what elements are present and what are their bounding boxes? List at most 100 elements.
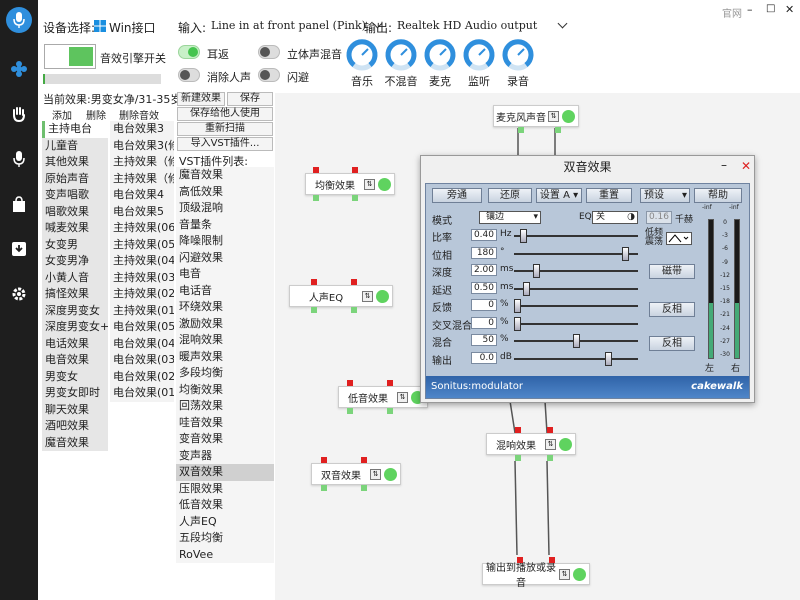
slider-thumb[interactable] [514, 299, 521, 313]
volume-knob[interactable]: 监听 [462, 38, 496, 89]
restore-button[interactable]: 还原 [488, 188, 532, 203]
param-value-field[interactable]: 0.50 [471, 281, 497, 294]
output-port[interactable] [361, 485, 367, 491]
effect-preset-item[interactable]: 主持效果(02) [110, 286, 174, 303]
help-button[interactable]: 帮助 [694, 188, 742, 203]
node-reverb[interactable]: 混响效果 ⇅ [486, 433, 576, 455]
shopping-bag-icon[interactable] [8, 193, 30, 215]
slider-thumb[interactable] [519, 229, 527, 243]
plugin-minimize-button[interactable]: – [721, 158, 727, 172]
toggle-ducking[interactable] [258, 68, 280, 82]
output-select[interactable]: Realtek HD Audio output [397, 18, 568, 32]
vst-plugin-item[interactable]: 均衡效果 [176, 381, 274, 398]
vst-plugin-item[interactable]: 暖声效果 [176, 348, 274, 365]
effect-category-item[interactable]: 酒吧效果 [42, 418, 108, 435]
node-vocal-eq[interactable]: 人声EQ ⇅ [289, 285, 393, 307]
device-select-value[interactable]: Win接口 [109, 19, 156, 36]
bypass-button[interactable]: 旁通 [432, 188, 482, 203]
close-button[interactable]: ✕ [785, 3, 794, 16]
vst-plugin-item[interactable]: 电话音 [176, 282, 274, 299]
vst-plugin-item[interactable]: 闪避效果 [176, 249, 274, 266]
input-port[interactable] [547, 427, 553, 433]
effect-category-item[interactable]: 小黄人音 [42, 269, 108, 286]
slider-thumb[interactable] [532, 264, 540, 278]
swap-icon[interactable]: ⇅ [548, 110, 559, 122]
output-port[interactable] [518, 127, 524, 133]
swap-icon[interactable]: ⇅ [370, 468, 381, 480]
vst-plugin-item[interactable]: 激励效果 [176, 315, 274, 332]
official-site-link[interactable]: 官网 [722, 5, 742, 20]
effect-category-item[interactable]: 聊天效果 [42, 401, 108, 418]
output-port[interactable] [351, 307, 357, 313]
output-port[interactable] [387, 408, 393, 414]
input-port[interactable] [387, 380, 393, 386]
effect-preset-item[interactable]: 主持效果(03) [110, 269, 174, 286]
effect-category-item[interactable]: 女变男 [42, 236, 108, 253]
output-port[interactable] [555, 127, 561, 133]
node-bass[interactable]: 低音效果 ⇅ [338, 386, 428, 408]
effect-preset-item[interactable]: 电台效果4 [110, 187, 174, 204]
effect-category-item[interactable]: 主持电台 [42, 121, 108, 138]
volume-knob[interactable]: 音乐 [345, 38, 379, 89]
reset-button[interactable]: 重置 [586, 188, 632, 203]
effect-category-item[interactable]: 搞怪效果 [42, 286, 108, 303]
input-port[interactable] [361, 457, 367, 463]
input-port[interactable] [311, 279, 317, 285]
enable-indicator-icon[interactable] [562, 109, 575, 123]
slider-thumb[interactable] [621, 246, 629, 261]
volume-knob[interactable]: 不混音 [384, 38, 418, 89]
param-slider[interactable] [514, 316, 638, 331]
effect-category-item[interactable]: 电音效果 [42, 352, 108, 369]
effect-preset-item[interactable]: 主持效果(04) [110, 253, 174, 270]
volume-knob[interactable]: 录音 [501, 38, 535, 89]
param-slider[interactable] [514, 334, 638, 348]
invert-feedback-button[interactable]: 反相 [649, 302, 695, 317]
vst-plugin-item[interactable]: 变音效果 [176, 431, 274, 448]
slider-thumb[interactable] [523, 281, 531, 296]
effect-category-item[interactable]: 男变女 [42, 368, 108, 385]
settings-gear-icon[interactable] [8, 283, 30, 305]
engine-switch[interactable] [44, 44, 96, 69]
input-port[interactable] [347, 380, 353, 386]
effect-category-item[interactable]: 女变男净 [42, 253, 108, 270]
lfo-waveform-select[interactable] [666, 232, 692, 245]
vst-plugin-item[interactable]: 环绕效果 [176, 299, 274, 316]
param-slider[interactable] [514, 351, 638, 366]
enable-indicator-icon[interactable] [559, 437, 572, 451]
mic-logo-icon[interactable] [6, 7, 32, 33]
enable-indicator-icon[interactable] [384, 467, 397, 481]
vst-plugin-item[interactable]: 降噪限制 [176, 233, 274, 250]
param-slider[interactable] [514, 299, 638, 313]
delete-effect-button[interactable]: 删除 [86, 107, 106, 122]
param-value-field[interactable]: 2.00 [471, 264, 497, 276]
vst-plugin-item[interactable]: 魔音效果 [176, 167, 274, 184]
slider-thumb[interactable] [605, 351, 613, 366]
output-port[interactable] [347, 408, 353, 414]
effect-preset-item[interactable]: 主持效果(06) [110, 220, 174, 237]
add-effect-button[interactable]: 添加 [52, 107, 72, 122]
vst-plugin-item[interactable]: 变声器 [176, 447, 274, 464]
effect-category-item[interactable]: 其他效果 [42, 154, 108, 171]
vst-plugin-item[interactable]: 回荡效果 [176, 398, 274, 415]
input-port[interactable] [351, 279, 357, 285]
input-port[interactable] [549, 557, 555, 563]
vst-plugin-item[interactable]: 人声EQ [176, 513, 274, 530]
vst-plugin-item[interactable]: 电音 [176, 266, 274, 283]
plugin-window[interactable]: 双音效果 – ✕ 旁通 还原 设置 A ▾ 重置 预设 ▾ 帮助 模式 镶边 ▾ E… [420, 155, 755, 403]
effect-category-item[interactable]: 变声唱歌 [42, 187, 108, 204]
volume-knob[interactable]: 麦克 [423, 38, 457, 89]
settings-button[interactable]: 设置 A ▾ [536, 188, 582, 203]
param-value-field[interactable]: 50 [471, 334, 497, 346]
save-for-others-button[interactable]: 保存给他人使用 [177, 107, 273, 121]
enable-indicator-icon[interactable] [378, 177, 391, 191]
node-output[interactable]: 输出到播放或录音 ⇅ [482, 563, 590, 589]
vst-plugin-item[interactable]: 高低效果 [176, 183, 274, 200]
tape-button[interactable]: 磁带 [649, 264, 695, 279]
swap-icon[interactable]: ⇅ [559, 568, 570, 580]
vst-plugin-item[interactable]: 哇音效果 [176, 414, 274, 431]
param-value-field[interactable]: 180 [471, 246, 497, 259]
toggle-monitor[interactable] [178, 45, 200, 59]
effect-preset-item[interactable]: 电台效果5 [110, 203, 174, 220]
effect-category-item[interactable]: 儿童音 [42, 137, 108, 154]
node-mic[interactable]: 麦克风声音 ⇅ [493, 105, 579, 127]
